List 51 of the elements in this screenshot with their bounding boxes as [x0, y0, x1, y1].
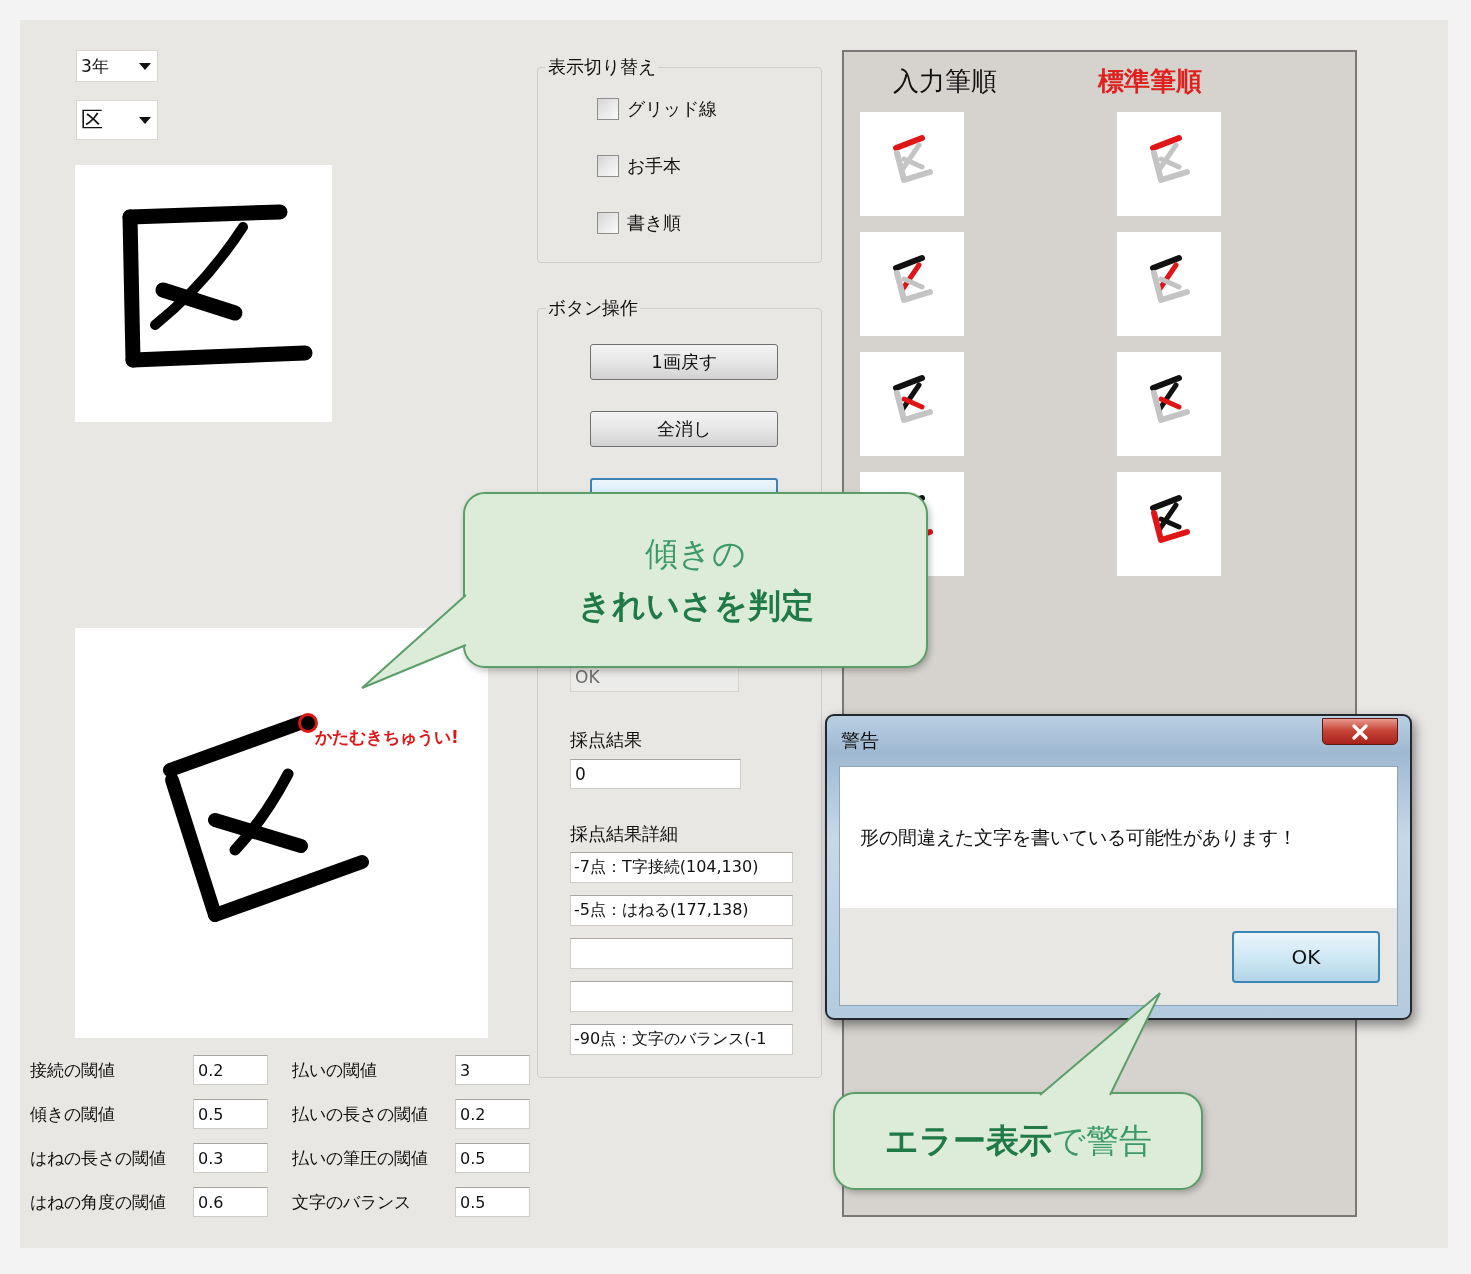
threshold-label: 接続の閾値: [30, 1058, 116, 1082]
close-icon: [1351, 723, 1369, 740]
action-button[interactable]: 1画戻す: [590, 344, 778, 380]
group-title: 表示切り替え: [547, 57, 657, 77]
field-label: 採点結果詳細: [570, 824, 678, 844]
warning-marker-icon: [298, 713, 318, 733]
threshold-field[interactable]: 0.2: [455, 1099, 530, 1129]
threshold-label: はねの長さの閾値: [30, 1146, 167, 1170]
caret-icon: [139, 62, 151, 70]
action-button[interactable]: 全消し: [590, 411, 778, 447]
detail-field[interactable]: [570, 981, 793, 1012]
column-heading: 入力筆順: [893, 66, 997, 96]
canvas-annotation: かたむきちゅうい!: [315, 726, 459, 749]
callout-text: エラー表示で警告: [884, 1121, 1152, 1161]
checkbox[interactable]: [597, 212, 619, 234]
checkbox[interactable]: [597, 155, 619, 177]
dialog-title: 警告: [840, 728, 879, 753]
callout-text: 傾きの: [645, 534, 746, 574]
column-heading: 標準筆順: [1098, 66, 1202, 96]
checkbox-label: グリッド線: [627, 97, 717, 121]
score-field[interactable]: 0: [570, 759, 741, 789]
grade-select[interactable]: 3年: [76, 50, 158, 82]
detail-field[interactable]: -5点：はねる(177,138): [570, 895, 793, 926]
threshold-field[interactable]: 0.5: [455, 1143, 530, 1173]
threshold-label: はねの角度の閾値: [30, 1190, 167, 1214]
detail-field[interactable]: -7点：T字接続(104,130): [570, 852, 793, 883]
dialog-message: 形の間違えた文字を書いている可能性があります！: [860, 824, 1297, 850]
checkbox[interactable]: [597, 98, 619, 120]
checkbox-label: お手本: [627, 154, 681, 178]
detail-field[interactable]: [570, 938, 793, 969]
threshold-field[interactable]: 0.3: [193, 1143, 268, 1173]
threshold-label: 払いの閾値: [291, 1058, 378, 1082]
field-label: 採点結果: [570, 730, 642, 750]
kanji-select[interactable]: 区: [76, 100, 158, 140]
threshold-label: 傾きの閾値: [30, 1102, 116, 1126]
close-button[interactable]: [1322, 718, 1398, 745]
threshold-label: 払いの長さの閾値: [291, 1102, 429, 1126]
group-title: ボタン操作: [547, 298, 639, 318]
callout-text: きれいさを判定: [577, 586, 814, 626]
checkbox-label: 書き順: [627, 211, 681, 235]
caret-icon: [139, 116, 151, 124]
threshold-field[interactable]: 0.6: [193, 1187, 268, 1217]
threshold-field[interactable]: 0.5: [455, 1187, 530, 1217]
threshold-field[interactable]: 3: [455, 1055, 530, 1085]
threshold-label: 払いの筆圧の閾値: [291, 1146, 429, 1170]
ok-button[interactable]: OK: [1232, 931, 1380, 983]
threshold-label: 文字のバランス: [291, 1190, 412, 1214]
writing-canvas[interactable]: かたむきちゅうい!: [75, 628, 488, 1038]
threshold-field[interactable]: 0.5: [193, 1099, 268, 1129]
threshold-field[interactable]: 0.2: [193, 1055, 268, 1085]
detail-field[interactable]: -90点：文字のバランス(-1: [570, 1024, 793, 1055]
